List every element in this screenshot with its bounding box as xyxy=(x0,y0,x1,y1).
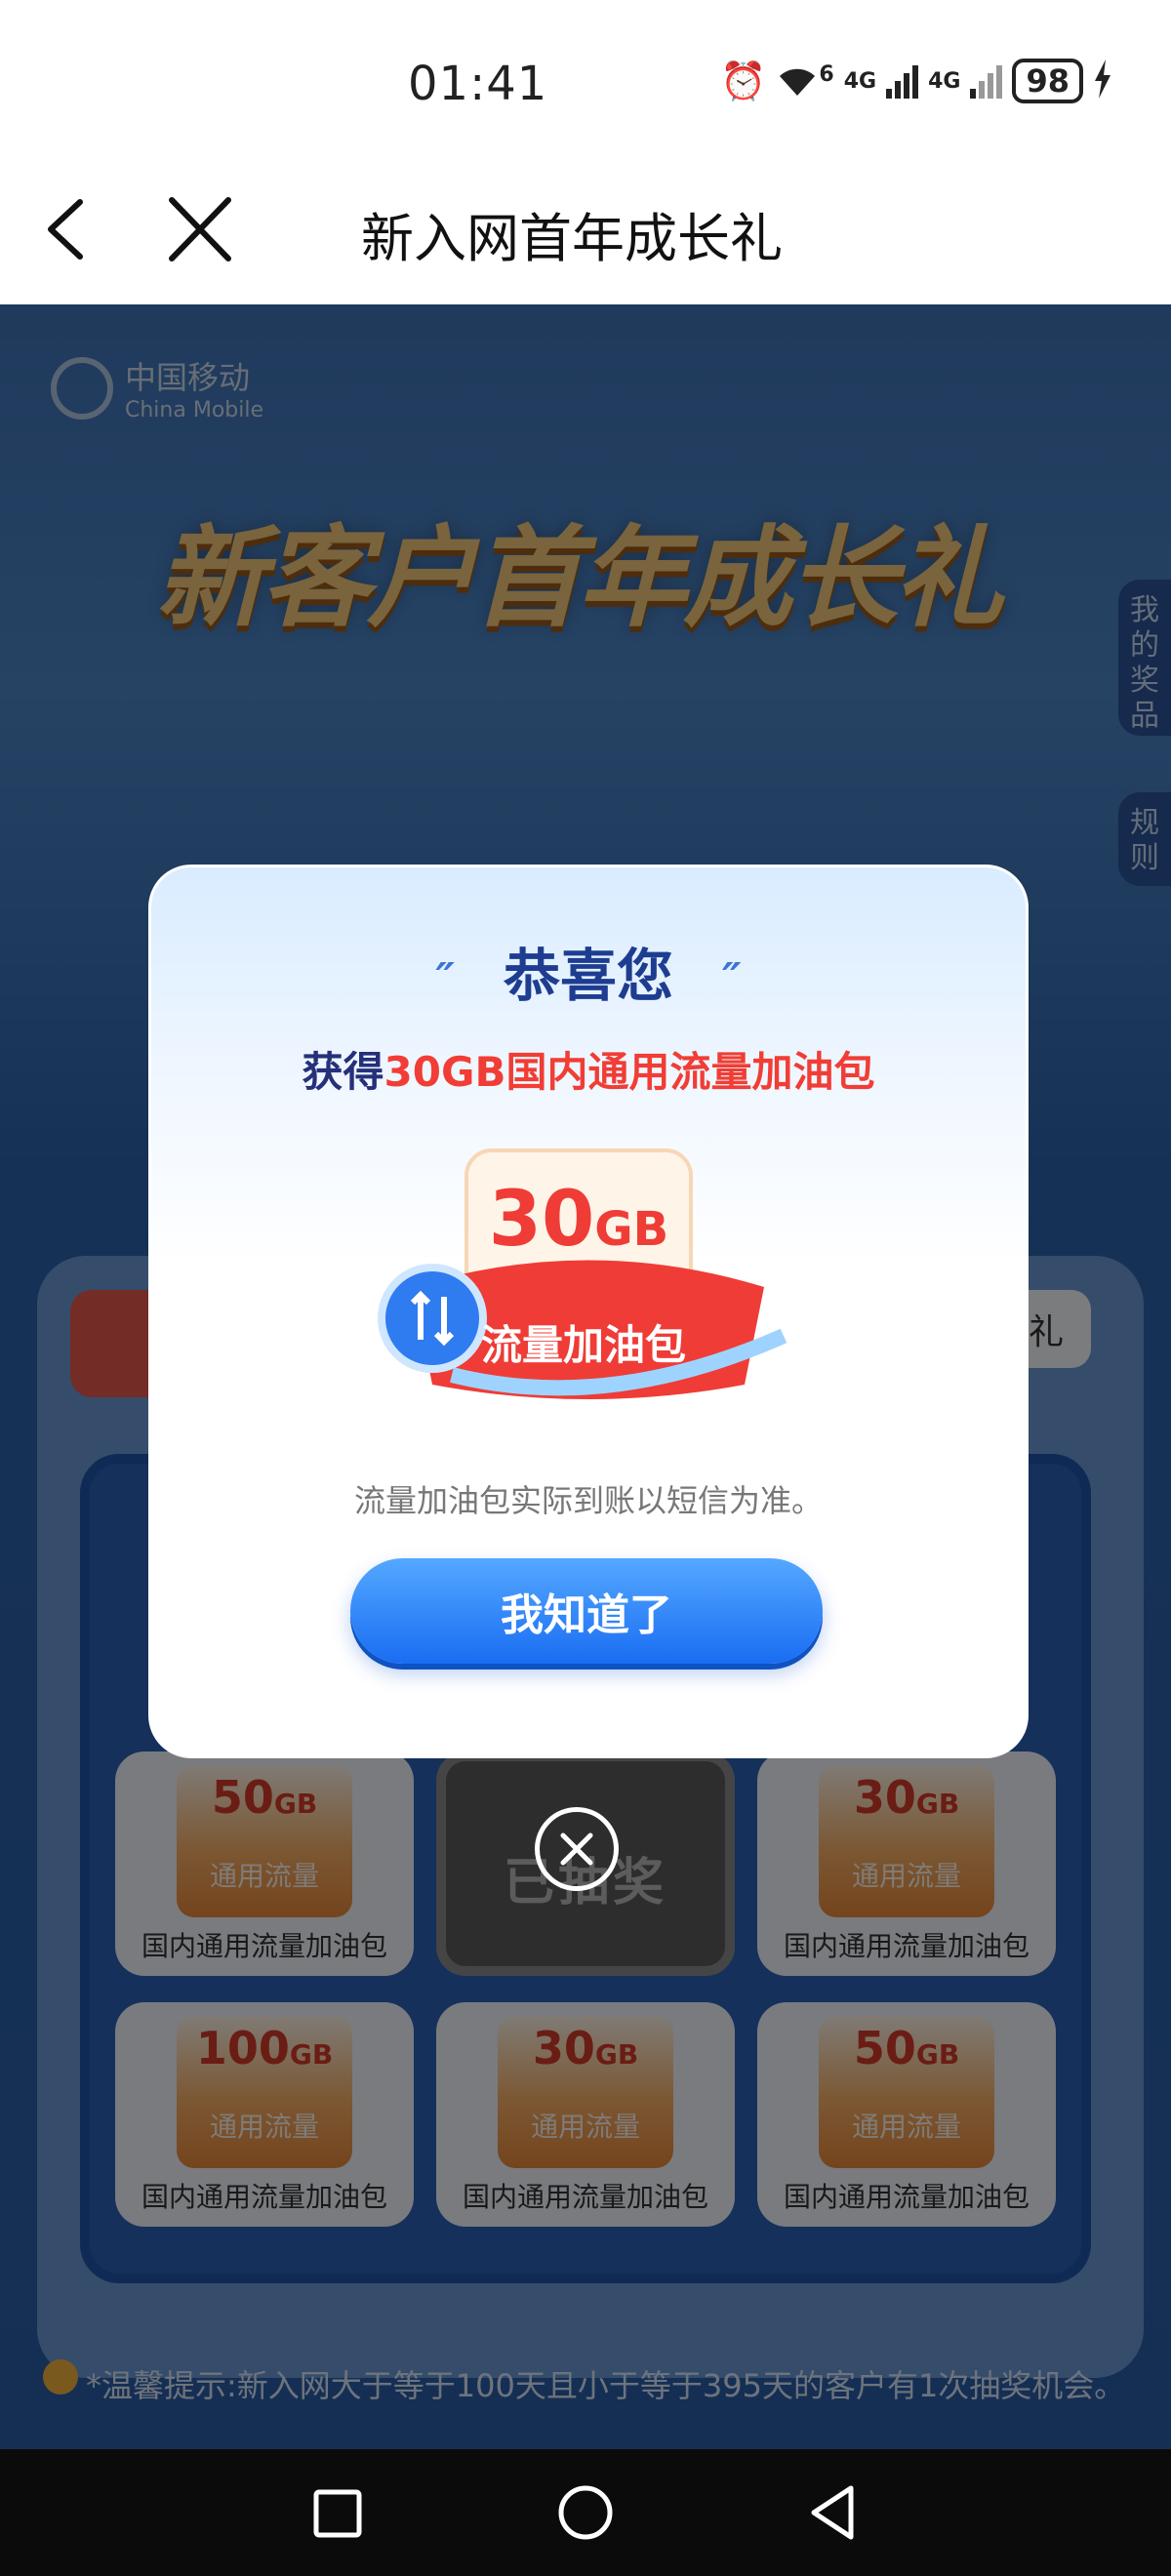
status-icons: ⏰ 6 4G 4G 98 xyxy=(720,59,1112,103)
quote-mark-icon: ″ xyxy=(435,954,455,1005)
status-time: 01:41 xyxy=(408,57,548,111)
signal-icon-1 xyxy=(886,63,919,99)
triangle-back-icon xyxy=(811,2485,854,2540)
network-type-2: 4G xyxy=(928,68,961,94)
close-icon xyxy=(560,1832,593,1866)
wifi-icon: 6 xyxy=(776,62,834,100)
close-button[interactable] xyxy=(166,190,234,268)
home-button[interactable] xyxy=(551,2478,620,2547)
dialog-message: 获得30GB国内通用流量加油包 xyxy=(302,1048,875,1096)
close-icon xyxy=(169,197,231,262)
charging-icon xyxy=(1093,60,1112,102)
recent-apps-button[interactable] xyxy=(303,2478,371,2547)
status-bar: 01:41 ⏰ 6 4G 4G 98 xyxy=(0,0,1171,146)
network-type-1: 4G xyxy=(843,68,877,94)
alarm-icon: ⏰ xyxy=(720,60,767,102)
dialog-close-button[interactable] xyxy=(535,1807,619,1891)
back-nav-button[interactable] xyxy=(800,2478,868,2547)
back-button[interactable] xyxy=(39,190,107,268)
prize-dialog: ″ 恭喜您 ″ 获得30GB国内通用流量加油包 30GB 流量加油包 流量加油包实际… xyxy=(148,865,1029,1758)
navigation-bar xyxy=(0,2449,1171,2576)
square-icon xyxy=(313,2489,362,2538)
signal-icon-2 xyxy=(970,63,1003,99)
dialog-heading: ″ 恭喜您 ″ xyxy=(435,943,742,1009)
chevron-left-icon xyxy=(48,199,83,260)
quote-mark-icon: ″ xyxy=(722,954,742,1005)
battery-level: 98 xyxy=(1012,59,1083,103)
got-it-button[interactable]: 我知道了 xyxy=(350,1558,823,1664)
data-pack-illustration: 30GB 流量加油包 xyxy=(374,1141,813,1404)
title-bar: 新入网首年成长礼 xyxy=(0,146,1171,304)
circle-icon xyxy=(558,2485,613,2540)
page-title: 新入网首年成长礼 xyxy=(361,208,783,269)
dialog-note: 流量加油包实际到账以短信为准。 xyxy=(353,1482,823,1519)
